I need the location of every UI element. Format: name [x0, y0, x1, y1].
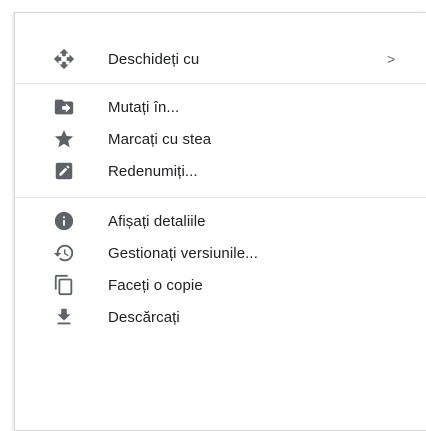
chevron-right-icon: > — [387, 51, 396, 67]
context-menu: Deschideți cu > Mutați în... Marcați cu … — [14, 12, 426, 431]
open-with-icon — [53, 48, 75, 70]
history-icon — [53, 242, 75, 264]
move-to-folder-icon — [53, 96, 75, 118]
menu-item-label: Redenumiți... — [108, 162, 198, 180]
menu-divider — [15, 83, 426, 84]
menu-item-view-details[interactable]: Afișați detaliile — [15, 205, 426, 237]
menu-item-move-to[interactable]: Mutați în... — [15, 91, 426, 123]
star-icon — [53, 128, 75, 150]
menu-item-label: Gestionați versiunile... — [108, 244, 258, 262]
menu-item-make-copy[interactable]: Faceți o copie — [15, 269, 426, 301]
menu-item-label: Faceți o copie — [108, 276, 203, 294]
menu-item-label: Marcați cu stea — [108, 130, 212, 148]
download-icon — [53, 306, 75, 328]
menu-divider — [15, 197, 426, 198]
menu-item-label: Afișați detaliile — [108, 212, 206, 230]
page: Deschideți cu > Mutați în... Marcați cu … — [0, 0, 426, 431]
menu-item-label: Descărcați — [108, 308, 180, 326]
menu-item-label: Mutați în... — [108, 98, 180, 116]
menu-item-open-with[interactable]: Deschideți cu > — [15, 43, 426, 75]
menu-item-label: Deschideți cu — [108, 50, 200, 68]
menu-item-manage-versions[interactable]: Gestionați versiunile... — [15, 237, 426, 269]
menu-item-download[interactable]: Descărcați — [15, 301, 426, 333]
menu-item-rename[interactable]: Redenumiți... — [15, 155, 426, 187]
info-icon — [53, 210, 75, 232]
rename-icon — [53, 160, 75, 182]
copy-icon — [53, 274, 75, 296]
menu-item-star[interactable]: Marcați cu stea — [15, 123, 426, 155]
